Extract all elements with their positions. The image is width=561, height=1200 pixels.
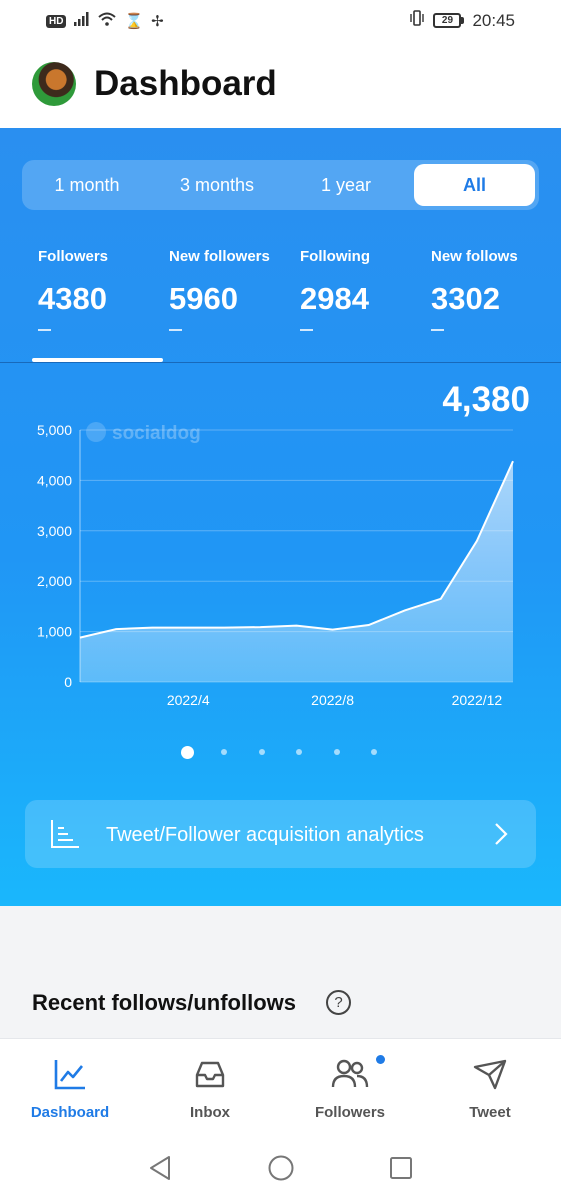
pager-dot[interactable] <box>221 749 228 755</box>
tab-3-months[interactable]: 3 months <box>152 164 282 206</box>
battery-level: 29 <box>433 13 462 28</box>
status-left-icons: HD ⌛ ✢ <box>46 12 164 31</box>
nav-label: Tweet <box>469 1104 511 1121</box>
stat-change <box>38 329 51 331</box>
bottom-nav: Dashboard Inbox Followers Tweet <box>0 1038 561 1136</box>
help-icon[interactable]: ? <box>326 990 351 1015</box>
app-header: Dashboard <box>0 42 561 128</box>
watermark-logo-icon <box>86 422 106 442</box>
x-tick-label: 2022/8 <box>311 692 354 708</box>
stat-new-followers[interactable]: New followers 5960 <box>169 248 270 331</box>
y-tick-label: 0 <box>64 674 72 690</box>
pager-dot[interactable] <box>180 746 194 759</box>
y-tick-label: 5,000 <box>37 422 72 438</box>
stat-change <box>300 329 313 331</box>
stat-value: 5960 <box>169 281 238 316</box>
avatar[interactable] <box>32 62 76 106</box>
nav-inbox[interactable]: Inbox <box>140 1039 280 1137</box>
stat-value: 2984 <box>300 281 369 316</box>
hd-icon: HD <box>46 15 67 28</box>
vibrate-icon <box>409 10 425 31</box>
y-tick-label: 3,000 <box>37 523 72 539</box>
fan-icon: ✢ <box>151 12 164 30</box>
stat-label: Following <box>300 248 370 265</box>
y-tick-label: 1,000 <box>37 624 72 640</box>
stat-change <box>431 329 444 331</box>
recent-section-title: Recent follows/unfollows <box>32 990 297 1015</box>
nav-label: Inbox <box>190 1104 230 1121</box>
pager-dot[interactable] <box>296 749 303 755</box>
send-icon <box>473 1059 507 1090</box>
back-icon[interactable] <box>147 1154 173 1182</box>
stat-change <box>169 329 182 331</box>
stat-value: 4380 <box>38 281 107 316</box>
stat-new-follows[interactable]: New follows 3302 <box>431 248 518 331</box>
signal-icon <box>74 12 90 31</box>
tab-1-year[interactable]: 1 year <box>290 164 402 206</box>
stat-label: Followers <box>38 248 109 265</box>
tab-1-month[interactable]: 1 month <box>32 164 142 206</box>
period-selector: 1 month 3 months 1 year All <box>22 160 539 210</box>
nav-label: Followers <box>314 1104 385 1121</box>
system-nav-bar <box>0 1136 561 1200</box>
battery-icon: 29 <box>433 13 465 28</box>
stats-panel: 1 month 3 months 1 year All Followers 43… <box>0 128 561 906</box>
x-tick-label: 2022/12 <box>452 692 503 708</box>
stat-following[interactable]: Following 2984 <box>300 248 370 331</box>
y-tick-label: 2,000 <box>37 573 72 589</box>
analytics-button[interactable]: Tweet/Follower acquisition analytics <box>25 800 536 868</box>
stat-label: New followers <box>169 248 270 265</box>
chevron-right-icon <box>495 823 508 845</box>
chart-pager <box>0 746 561 760</box>
chart-line-icon <box>54 1060 85 1090</box>
status-right-icons: 29 20:45 <box>409 10 515 31</box>
recents-icon[interactable] <box>388 1154 414 1182</box>
home-icon[interactable] <box>267 1154 295 1182</box>
pager-dot[interactable] <box>258 749 265 755</box>
wifi-icon <box>98 12 117 31</box>
stat-followers[interactable]: Followers 4380 <box>38 248 108 331</box>
pager-dot[interactable] <box>371 749 377 755</box>
divider <box>0 362 561 363</box>
series-area <box>80 461 513 682</box>
inbox-icon <box>195 1061 225 1088</box>
status-time: 20:45 <box>472 10 515 30</box>
pager-dot[interactable] <box>333 749 340 755</box>
follower-chart: socialdog 5,000 4,000 3,000 2,000 1,000 0 2022/… <box>37 422 514 708</box>
status-bar: HD ⌛ ✢ 29 20:45 <box>0 0 561 42</box>
page-title: Dashboard <box>94 64 277 103</box>
y-tick-label: 4,000 <box>37 472 72 488</box>
chart-list-icon <box>51 820 79 848</box>
people-icon <box>331 1059 369 1088</box>
notification-badge <box>376 1055 385 1064</box>
tab-all[interactable]: All <box>414 164 535 206</box>
nav-label: Dashboard <box>30 1104 110 1121</box>
stat-label: New follows <box>431 248 518 265</box>
nav-followers[interactable]: Followers <box>280 1039 420 1137</box>
analytics-label: Tweet/Follower acquisition analytics <box>106 824 424 846</box>
watermark-text: socialdog <box>112 423 201 444</box>
x-tick-label: 2022/4 <box>167 692 210 708</box>
stat-value: 3302 <box>431 281 500 316</box>
nav-dashboard[interactable]: Dashboard <box>0 1039 140 1137</box>
hourglass-icon: ⌛ <box>124 12 144 30</box>
nav-tweet[interactable]: Tweet <box>420 1039 560 1137</box>
